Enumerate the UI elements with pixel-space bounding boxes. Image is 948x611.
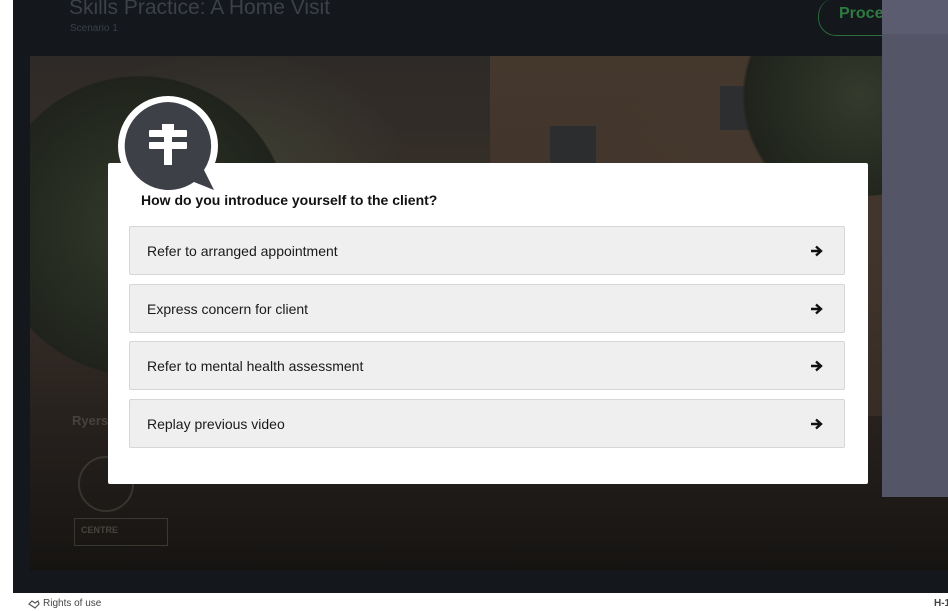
page-subtitle: Scenario 1 [70,23,118,34]
footer-content-id: H-1 [934,598,948,609]
option-button[interactable]: Refer to mental health assessment [129,341,845,390]
rights-of-use-label: Rights of use [43,598,102,609]
arrow-right-icon [811,303,823,315]
signpost-speech-bubble-icon [118,96,218,196]
option-label: Express concern for client [147,301,309,317]
option-label: Refer to arranged appointment [147,243,338,259]
page-title: Skills Practice: A Home Visit [69,0,331,19]
side-panel-header [882,0,948,34]
arrow-right-icon [811,418,823,430]
question-text: How do you introduce yourself to the cli… [141,192,438,208]
arrow-right-icon [811,360,823,372]
option-button[interactable]: Express concern for client [129,284,845,333]
side-panel [882,0,948,497]
option-label: Replay previous video [147,416,285,432]
option-label: Refer to mental health assessment [147,358,364,374]
watermark-centre-logo: CENTRE [74,518,168,546]
option-button[interactable]: Replay previous video [129,399,845,448]
rights-of-use-link[interactable]: Rights of use [28,598,101,609]
arrow-right-icon [811,245,823,257]
handshake-icon [28,599,40,609]
option-button[interactable]: Refer to arranged appointment [129,226,845,275]
